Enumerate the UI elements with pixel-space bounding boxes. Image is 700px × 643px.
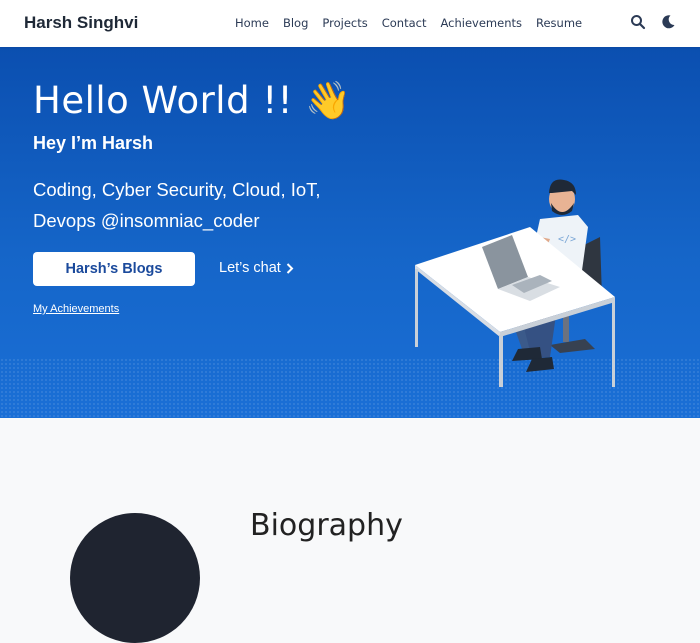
nav-icons bbox=[630, 14, 676, 30]
search-icon[interactable] bbox=[630, 14, 646, 30]
hero-section: Hello World !! 👋 Hey I’m Harsh Coding, C… bbox=[0, 47, 700, 418]
nav-menu: Home Blog Projects Contact Achievements … bbox=[235, 16, 596, 30]
avatar bbox=[70, 513, 200, 643]
moon-icon[interactable] bbox=[660, 14, 676, 30]
biography-section: Biography bbox=[0, 418, 700, 643]
top-navbar: Harsh Singhvi Home Blog Projects Contact… bbox=[0, 0, 700, 47]
hero-title: Hello World !! 👋 bbox=[33, 79, 352, 122]
nav-item-blog[interactable]: Blog bbox=[283, 16, 308, 30]
chat-button-label: Let’s chat bbox=[219, 260, 281, 276]
biography-title: Biography bbox=[250, 508, 403, 543]
svg-text:</>: </> bbox=[558, 234, 576, 245]
chat-button[interactable]: Let’s chat bbox=[219, 260, 294, 276]
site-brand[interactable]: Harsh Singhvi bbox=[24, 13, 138, 33]
nav-item-achievements[interactable]: Achievements bbox=[440, 16, 522, 30]
nav-item-contact[interactable]: Contact bbox=[382, 16, 427, 30]
hero-subtitle: Hey I’m Harsh bbox=[33, 133, 154, 153]
achievements-link[interactable]: My Achievements bbox=[33, 303, 119, 315]
nav-item-resume[interactable]: Resume bbox=[536, 16, 582, 30]
chevron-right-icon bbox=[286, 262, 294, 274]
nav-item-projects[interactable]: Projects bbox=[322, 16, 367, 30]
blogs-button[interactable]: Harsh’s Blogs bbox=[33, 252, 195, 286]
hero-description: Coding, Cyber Security, Cloud, IoT, Devo… bbox=[33, 179, 321, 231]
nav-item-home[interactable]: Home bbox=[235, 16, 269, 30]
developer-at-desk-illustration: </> bbox=[415, 179, 615, 387]
